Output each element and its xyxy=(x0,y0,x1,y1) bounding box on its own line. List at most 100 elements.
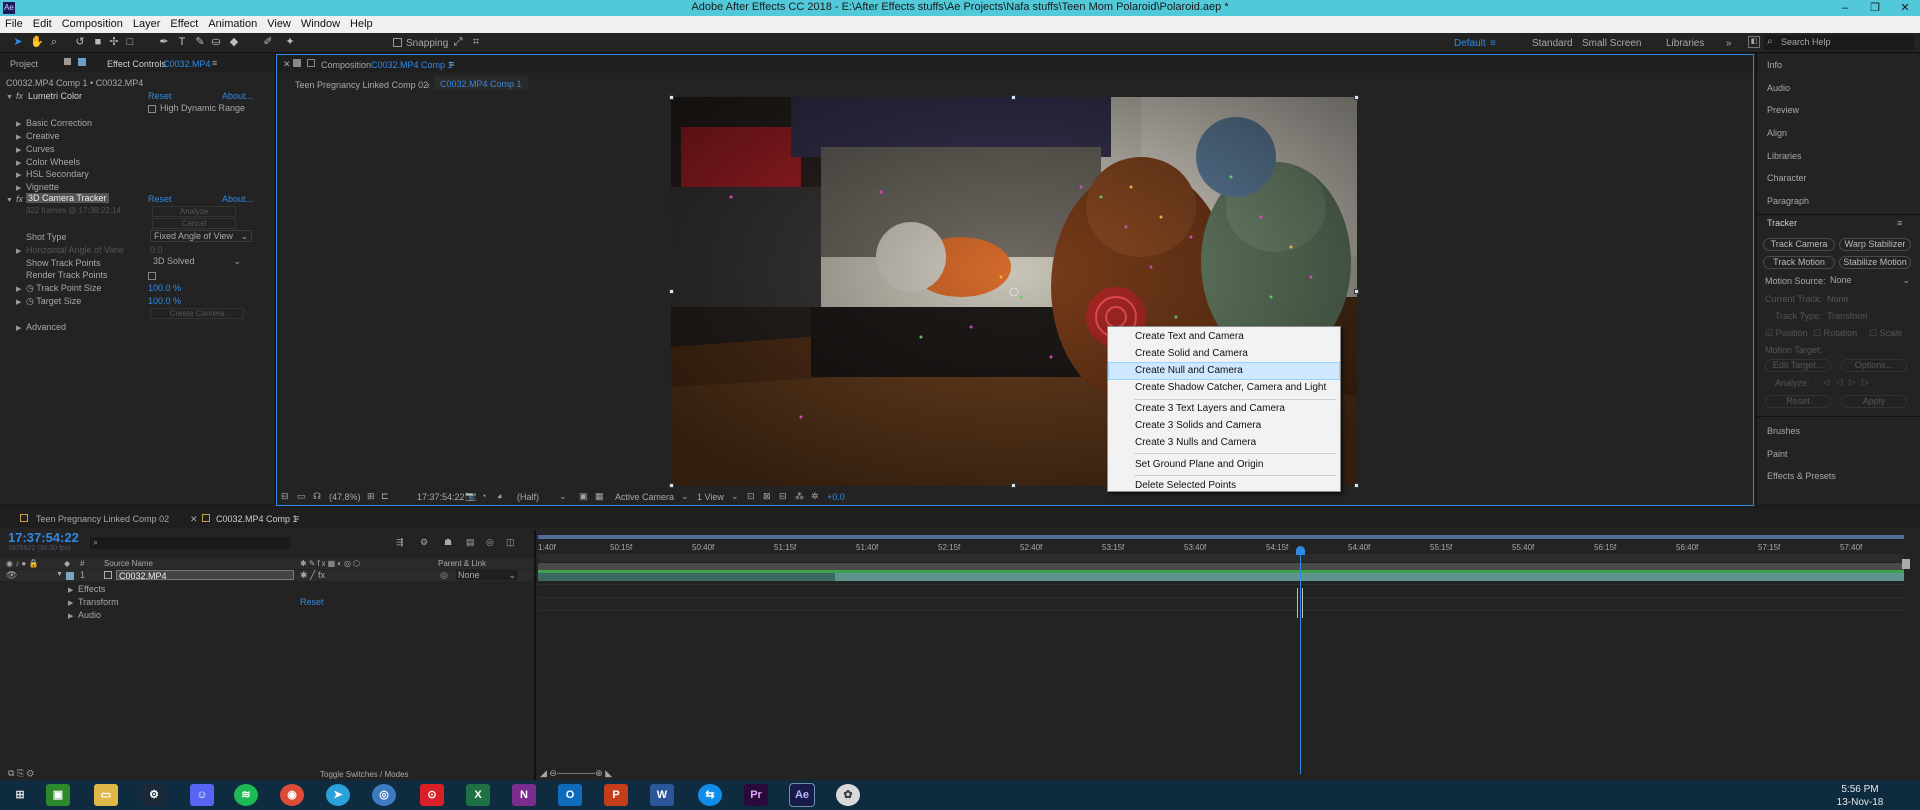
stabilize-motion-button[interactable]: Stabilize Motion xyxy=(1839,256,1911,269)
motion-blur-icon[interactable]: ◎ xyxy=(486,537,494,548)
snapping-checkbox[interactable] xyxy=(393,38,402,47)
footer-icons[interactable]: ⧉ ⎘ ⚙ xyxy=(8,768,34,779)
minimize-button[interactable]: – xyxy=(1830,0,1860,16)
point-size-value[interactable]: 100.0 % xyxy=(148,283,181,293)
toggle-switches-modes[interactable]: Toggle Switches / Modes xyxy=(320,770,409,779)
menu-composition[interactable]: Composition xyxy=(57,16,128,30)
timeline-timecode[interactable]: 17:37:54:22 xyxy=(8,530,79,545)
hdr-checkbox[interactable] xyxy=(148,105,156,113)
menu-animation[interactable]: Animation xyxy=(203,16,262,30)
menu-effect[interactable]: Effect xyxy=(165,16,203,30)
menu-view[interactable]: View xyxy=(262,16,296,30)
clock-time[interactable]: 5:56 PM xyxy=(1810,784,1910,795)
show-points-dropdown[interactable]: 3D Solved ⌄ xyxy=(150,256,244,268)
rotation-checkbox-row[interactable]: ☐ Rotation xyxy=(1813,328,1857,339)
menu-window[interactable]: Window xyxy=(296,16,345,30)
puppet-tool-icon[interactable]: ✦ xyxy=(284,36,296,48)
spotify-icon[interactable]: ≋ xyxy=(234,784,258,806)
fx-icon[interactable]: fx xyxy=(16,194,23,204)
breadcrumb-1[interactable]: Teen Pregnancy Linked Comp 02 xyxy=(295,80,428,90)
parent-dropdown[interactable]: None ⌄ xyxy=(456,570,518,580)
panel-libraries[interactable]: Libraries xyxy=(1767,151,1802,161)
section-hsl-secondary[interactable]: ▶ HSL Secondary xyxy=(16,169,89,179)
keyframe-marker[interactable] xyxy=(1297,588,1303,618)
clone-stamp-tool-icon[interactable]: ⛀ xyxy=(210,36,222,48)
eraser-tool-icon[interactable]: ◆ xyxy=(228,36,240,48)
chevron-down-icon[interactable]: ⌄ xyxy=(681,491,689,502)
transform-handle[interactable] xyxy=(669,483,674,488)
start-windows-icon[interactable]: ⊞ xyxy=(8,784,32,806)
guide-icon[interactable]: ⊏ xyxy=(381,491,389,502)
roi-icon[interactable]: ▣ xyxy=(579,491,588,502)
snap-option-icon-2[interactable]: ⌗ xyxy=(470,36,482,48)
tab-effect-controls[interactable]: Effect Controls xyxy=(107,59,166,69)
lumetri-toggle-icon[interactable]: ▼ xyxy=(6,91,16,101)
teamviewer-icon[interactable]: ⇆ xyxy=(698,784,722,806)
panel-character[interactable]: Character xyxy=(1767,173,1807,183)
magnify-icon[interactable]: ⊟ xyxy=(281,491,289,502)
timeline-tab-1[interactable]: Teen Pregnancy Linked Comp 02 xyxy=(36,514,169,524)
workspace-libraries[interactable]: Libraries xyxy=(1666,38,1704,49)
transform-handle[interactable] xyxy=(1354,95,1359,100)
graph-editor-icon[interactable]: ◫ xyxy=(506,537,515,548)
panel-brushes[interactable]: Brushes xyxy=(1767,426,1800,436)
shy-icon[interactable]: ☗ xyxy=(444,537,452,548)
current-timecode[interactable]: 17:37:54:22 xyxy=(417,492,465,502)
exposure-value[interactable]: +0.0 xyxy=(827,492,845,502)
menu-layer[interactable]: Layer xyxy=(128,16,166,30)
layer-switch-icons[interactable]: ✱ ╱ fx xyxy=(300,570,325,581)
layer-name[interactable]: C0032.MP4 xyxy=(116,570,294,581)
timeline-search-input[interactable]: ⌕ xyxy=(90,537,290,549)
shot-type-dropdown[interactable]: Fixed Angle of View ⌄ xyxy=(150,230,252,242)
show-snapshot-icon[interactable]: ◔ xyxy=(481,491,486,501)
parent-pick-whip-icon[interactable]: ◎ xyxy=(440,570,448,581)
clock-date[interactable]: 13-Nov-18 xyxy=(1810,797,1910,808)
file-explorer-icon[interactable]: ▭ xyxy=(94,784,118,806)
tab-composition-label[interactable]: Composition xyxy=(321,60,371,70)
view-layout-dropdown[interactable]: 1 View xyxy=(697,492,724,502)
layer-selected-range[interactable] xyxy=(835,573,1904,581)
work-area-end-handle[interactable] xyxy=(1902,559,1910,569)
section-vignette[interactable]: ▶ Vignette xyxy=(16,182,59,192)
snapshot-icon[interactable]: 📷 xyxy=(465,491,476,502)
pen-tool-icon[interactable]: ✒ xyxy=(158,36,170,48)
lumetri-reset-link[interactable]: Reset xyxy=(148,91,172,101)
exposure-icon[interactable]: ✲ xyxy=(811,491,819,502)
workspace-small-screen[interactable]: Small Screen xyxy=(1582,38,1641,49)
pan-behind-tool-icon[interactable]: ✢ xyxy=(108,36,120,48)
current-track-value[interactable]: None xyxy=(1827,294,1849,304)
panel-menu-icon[interactable]: ≡ xyxy=(294,513,299,523)
selection-tool-icon[interactable]: ➤ xyxy=(12,36,24,48)
timeline-tab-2[interactable]: C0032.MP4 Comp 1 xyxy=(216,514,298,524)
xbox-icon[interactable]: ▣ xyxy=(46,784,70,806)
roto-brush-tool-icon[interactable]: ✐ xyxy=(262,36,274,48)
advanced-section[interactable]: ▶ Advanced xyxy=(16,322,66,332)
edit-target-button[interactable]: Edit Target... xyxy=(1765,359,1831,372)
zoom-tool-icon[interactable]: ⌕ xyxy=(48,36,60,48)
lumetri-about-link[interactable]: About... xyxy=(222,91,253,101)
table-row[interactable]: 👁 ▼ 1 C0032.MP4 ✱ ╱ fx ◎ None ⌄ xyxy=(0,570,534,581)
rotate-tool-icon[interactable]: ↺ xyxy=(74,36,86,48)
comp-lock-icon[interactable] xyxy=(293,59,301,67)
close-button[interactable]: ✕ xyxy=(1890,0,1920,16)
snap-option-icon[interactable]: ⤢ xyxy=(452,36,464,48)
position-checkbox-row[interactable]: ☑ Position xyxy=(1765,328,1808,339)
paint-icon[interactable]: ✿ xyxy=(836,784,860,806)
layer-expand-icon[interactable]: ▼ xyxy=(56,571,63,578)
layer-label-color[interactable] xyxy=(66,572,74,580)
transform-handle[interactable] xyxy=(1011,483,1016,488)
grid-icon[interactable]: ⊞ xyxy=(367,491,375,502)
menu-file[interactable]: File xyxy=(0,16,28,30)
fx-icon[interactable]: fx xyxy=(16,91,23,101)
masks-icon[interactable]: ☊ xyxy=(313,491,321,502)
analyze-controls-icon[interactable]: ◁◁▷▷ xyxy=(1823,377,1875,388)
creative-cloud-icon[interactable]: ⊙ xyxy=(420,784,444,806)
work-area-bar[interactable] xyxy=(538,563,1904,570)
menu-edit[interactable]: Edit xyxy=(28,16,57,30)
stopwatch-icon[interactable]: ◷ xyxy=(26,296,34,306)
comp-mini-flowchart-icon[interactable]: ⇶ xyxy=(396,537,404,548)
render-points-checkbox[interactable] xyxy=(148,272,156,280)
menu-help[interactable]: Help xyxy=(345,16,378,30)
panel-preview[interactable]: Preview xyxy=(1767,105,1799,115)
frame-blending-icon[interactable]: ▤ xyxy=(466,537,475,548)
